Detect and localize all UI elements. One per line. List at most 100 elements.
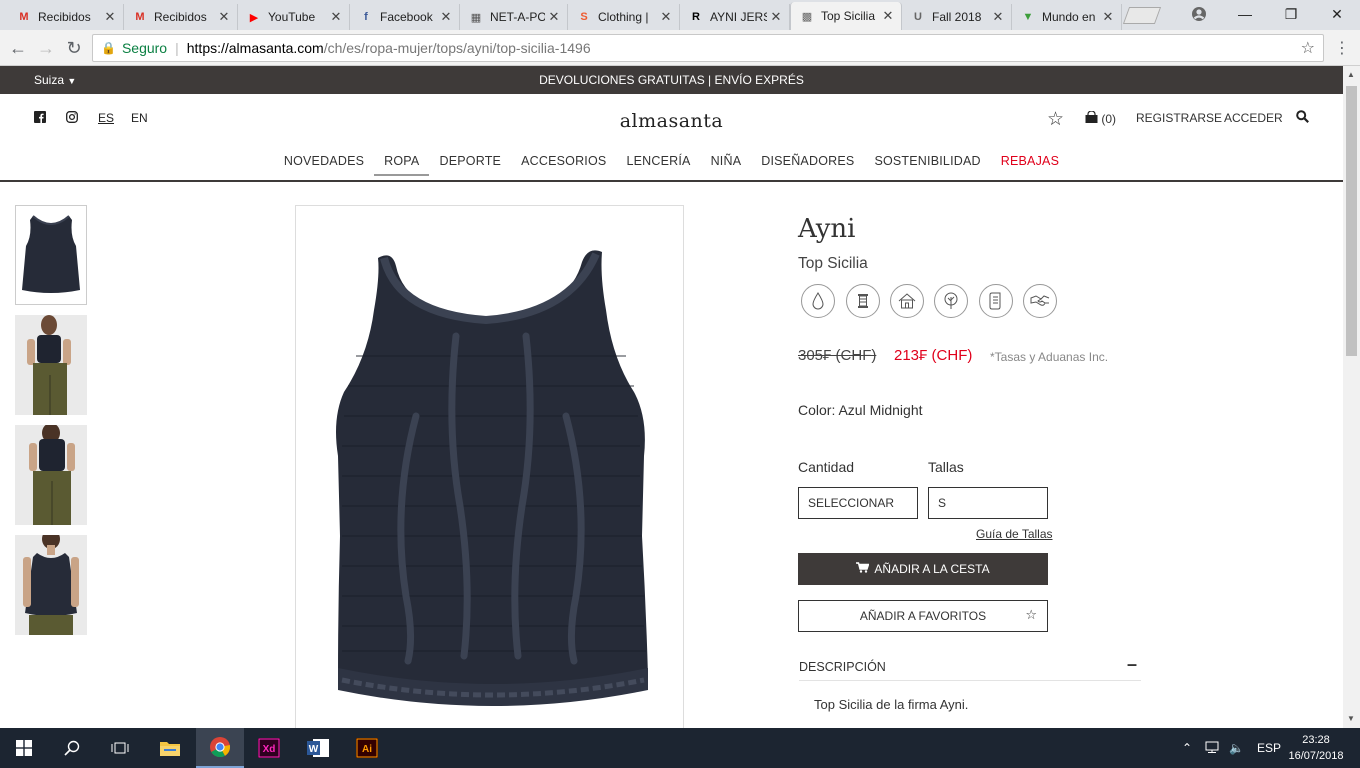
product-thumbnail-4[interactable] <box>15 535 87 635</box>
browser-toolbar: ← → ↻ 🔒 Seguro | https://almasanta.com/c… <box>0 30 1360 66</box>
close-tab-icon[interactable]: ✕ <box>545 9 563 25</box>
nav-item-rebajas[interactable]: REBAJAS <box>991 154 1069 176</box>
scroll-icon[interactable] <box>979 284 1013 318</box>
size-guide-link[interactable]: Guía de Tallas <box>976 527 1053 541</box>
quantity-label: Cantidad <box>798 459 855 475</box>
add-to-favorites-button[interactable]: AÑADIR A FAVORITOS ☆ <box>798 600 1048 632</box>
promo-bar: Suiza ▼ DEVOLUCIONES GRATUITAS | ENVÍO E… <box>0 66 1343 94</box>
add-to-cart-button[interactable]: AÑADIR A LA CESTA <box>798 553 1048 585</box>
illustrator-icon[interactable]: Ai <box>343 728 391 768</box>
close-tab-icon[interactable]: ✕ <box>657 9 675 25</box>
close-tab-icon[interactable]: ✕ <box>767 9 785 25</box>
login-link[interactable]: ACCEDER <box>1224 111 1283 125</box>
facebook-icon: f <box>364 11 368 23</box>
product-brand[interactable]: Ayni <box>798 214 855 244</box>
browser-tab[interactable]: R AYNI JERS ✕ <box>680 4 790 30</box>
secure-label: Seguro <box>121 40 168 56</box>
close-tab-icon[interactable]: ✕ <box>879 8 897 24</box>
minimize-button[interactable]: — <box>1222 4 1268 24</box>
product-thumbnail-3[interactable] <box>15 425 87 525</box>
browser-tab-title: YouTube <box>268 10 316 24</box>
cart-link[interactable]: (0) <box>1085 110 1116 126</box>
network-icon[interactable] <box>1205 741 1221 756</box>
add-to-favorites-label: AÑADIR A FAVORITOS <box>859 609 987 623</box>
search-icon[interactable] <box>1296 110 1309 126</box>
thread-spool-icon[interactable] <box>846 284 880 318</box>
browser-tab[interactable]: U Fall 2018 ✕ <box>902 4 1012 30</box>
nav-item-accesorios[interactable]: ACCESORIOS <box>511 154 616 176</box>
r-icon: R <box>692 11 700 23</box>
scrollbar-thumb[interactable] <box>1346 86 1357 356</box>
nav-item-deporte[interactable]: DEPORTE <box>429 154 511 176</box>
browser-tab-title: NET-A-PO <box>490 10 545 24</box>
web-page: Suiza ▼ DEVOLUCIONES GRATUITAS | ENVÍO E… <box>0 66 1343 728</box>
nav-item-lenceria[interactable]: LENCERÍA <box>616 154 700 176</box>
reload-button[interactable]: ↻ <box>62 36 86 60</box>
adobe-xd-icon[interactable]: Xd <box>245 728 293 768</box>
register-link[interactable]: REGISTRARSE <box>1136 111 1222 125</box>
nav-item-novedades[interactable]: NOVEDADES <box>274 154 374 176</box>
gmail-icon: M <box>135 11 145 23</box>
product-thumbnail-2[interactable] <box>15 315 87 415</box>
nav-item-sostenibilidad[interactable]: SOSTENIBILIDAD <box>864 154 990 176</box>
size-label: Tallas <box>928 459 964 475</box>
new-tab-button[interactable] <box>1122 7 1162 24</box>
wishlist-star-icon[interactable]: ☆ <box>1047 108 1064 131</box>
bookmark-star-icon[interactable]: ☆ <box>1301 38 1315 58</box>
close-window-button[interactable]: ✕ <box>1314 4 1360 24</box>
browser-tab[interactable]: f Facebook ✕ <box>350 4 460 30</box>
browser-tab-title: Recibidos <box>154 10 207 24</box>
collapse-minus-icon[interactable]: – <box>1127 654 1137 675</box>
browser-tab[interactable]: S Clothing | ✕ <box>568 4 680 30</box>
browser-tab[interactable]: M Recibidos ✕ <box>8 4 124 30</box>
browser-tab[interactable]: ▼ Mundo en ✕ <box>1012 4 1122 30</box>
url-host: https://almasanta.com <box>186 40 324 56</box>
house-icon[interactable] <box>890 284 924 318</box>
profile-icon[interactable] <box>1176 4 1222 24</box>
scroll-up-arrow-icon[interactable]: ▲ <box>1347 70 1355 79</box>
task-view-icon[interactable] <box>96 728 144 768</box>
quantity-select[interactable]: SELECCIONAR <box>798 487 918 519</box>
address-bar[interactable]: 🔒 Seguro | https://almasanta.com/ch/es/r… <box>92 34 1324 62</box>
file-explorer-icon[interactable] <box>146 728 194 768</box>
tray-chevron-up-icon[interactable]: ⌃ <box>1182 741 1192 755</box>
chrome-icon[interactable] <box>196 728 244 768</box>
product-main-image[interactable] <box>295 205 684 728</box>
volume-icon[interactable]: 🔈 <box>1229 741 1244 755</box>
close-tab-icon[interactable]: ✕ <box>437 9 455 25</box>
handshake-icon[interactable] <box>1023 284 1057 318</box>
back-button[interactable]: ← <box>6 36 30 60</box>
close-tab-icon[interactable]: ✕ <box>101 9 119 25</box>
water-drop-icon[interactable] <box>801 284 835 318</box>
nav-item-ropa[interactable]: ROPA <box>374 154 430 176</box>
cart-icon <box>856 562 870 576</box>
word-icon[interactable]: W <box>294 728 342 768</box>
netaporter-icon: ▦ <box>470 11 482 24</box>
browser-tab[interactable]: M Recibidos ✕ <box>124 4 238 30</box>
browser-tab[interactable]: ▩ Top Sicilia ✕ <box>790 2 902 30</box>
description-header[interactable]: DESCRIPCIÓN – <box>799 654 1141 681</box>
shopstyle-icon: S <box>580 11 588 23</box>
page-scrollbar[interactable]: ▲ ▼ <box>1343 66 1360 728</box>
close-tab-icon[interactable]: ✕ <box>215 9 233 25</box>
restore-button[interactable]: ❐ <box>1268 4 1314 24</box>
close-tab-icon[interactable]: ✕ <box>989 9 1007 25</box>
input-language[interactable]: ESP <box>1257 741 1281 755</box>
close-tab-icon[interactable]: ✕ <box>327 9 345 25</box>
close-tab-icon[interactable]: ✕ <box>1099 9 1117 25</box>
browser-tab[interactable]: ▶ YouTube ✕ <box>238 4 350 30</box>
browser-tab[interactable]: ▦ NET-A-PO ✕ <box>460 4 568 30</box>
size-select[interactable]: S <box>928 487 1048 519</box>
search-icon[interactable] <box>48 728 96 768</box>
product-thumbnail-1[interactable] <box>15 205 87 305</box>
system-clock[interactable]: 23:28 16/07/2018 <box>1286 732 1346 764</box>
nav-item-disenadores[interactable]: DISEÑADORES <box>751 154 864 176</box>
scroll-down-arrow-icon[interactable]: ▼ <box>1347 714 1355 723</box>
windows-start-icon[interactable] <box>0 728 48 768</box>
lock-icon: 🔒 <box>101 41 116 55</box>
forward-button[interactable]: → <box>34 36 58 60</box>
menu-kebab-icon[interactable]: ⋮ <box>1330 36 1354 60</box>
nav-item-nina[interactable]: NIÑA <box>701 154 752 176</box>
tree-icon[interactable] <box>934 284 968 318</box>
product-name: Top Sicilia <box>798 255 868 272</box>
